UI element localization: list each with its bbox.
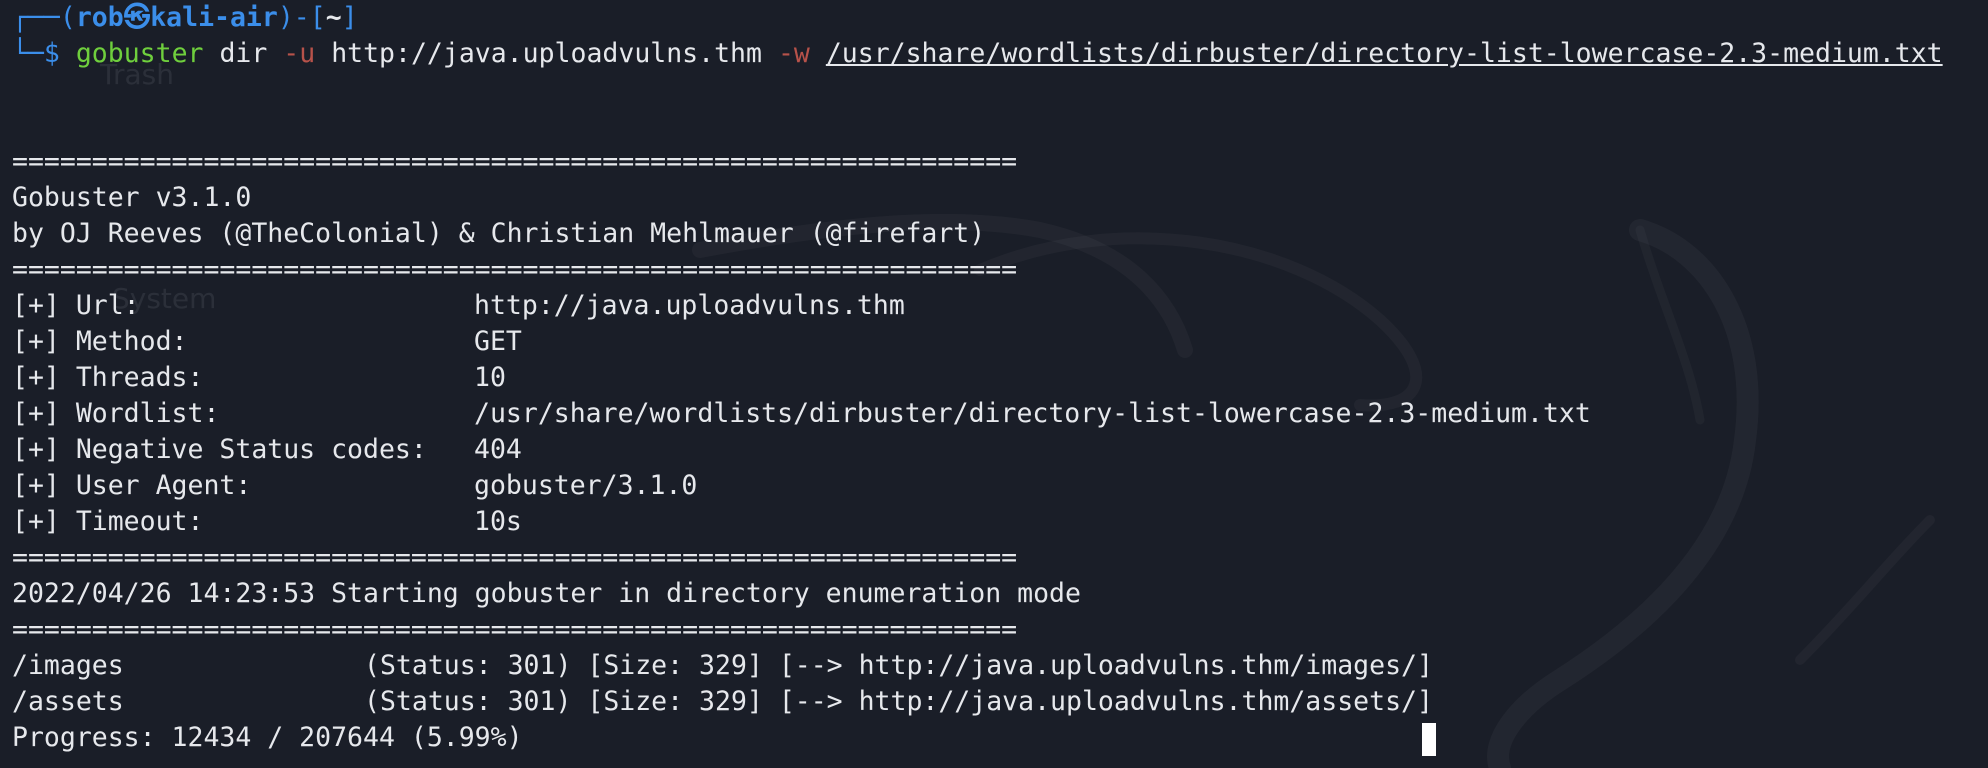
prompt-frame-bottom: └─$ — [12, 38, 60, 69]
result-info: (Status: 301) [Size: 329] [--> http://ja… — [364, 650, 1433, 681]
config-value: http://java.uploadvulns.thm — [474, 290, 905, 321]
config-label: [+] User Agent: — [12, 470, 252, 501]
result-info: (Status: 301) [Size: 329] [--> http://ja… — [364, 686, 1433, 717]
prompt-header-line: ┌──(rob㉿kali-air)-[~] — [12, 0, 1988, 36]
config-row: [+] User Agent: gobuster/3.1.0 — [12, 468, 1988, 504]
separator-line: ========================================… — [12, 254, 1018, 285]
prompt-dir: ~ — [325, 2, 342, 33]
prompt-at-icon: ㉿ — [123, 2, 151, 33]
command-url-flag: -u — [283, 38, 316, 69]
result-path: /images — [12, 650, 124, 681]
config-value: 10 — [474, 362, 506, 393]
result-path: /assets — [12, 686, 124, 717]
command-wordlist-path[interactable]: /usr/share/wordlists/dirbuster/directory… — [826, 38, 1943, 69]
config-row: [+] Threads: 10 — [12, 360, 1988, 396]
separator-line: ========================================… — [12, 146, 1018, 177]
config-label: [+] Method: — [12, 326, 188, 357]
config-row: [+] Timeout: 10s — [12, 504, 1988, 540]
progress-line: Progress: 12434 / 207644 (5.99%) — [12, 722, 523, 753]
config-value: GET — [474, 326, 522, 357]
command-subcommand: dir — [219, 38, 268, 69]
separator-line: ========================================… — [12, 614, 1018, 645]
config-label: [+] Url: — [12, 290, 140, 321]
banner-title: Gobuster v3.1.0 — [12, 182, 252, 213]
result-row: /assets (Status: 301) [Size: 329] [--> ht… — [12, 684, 1988, 720]
config-label: [+] Wordlist: — [12, 398, 220, 429]
config-label: [+] Threads: — [12, 362, 204, 393]
config-row: [+] Wordlist: /usr/share/wordlists/dirbus… — [12, 396, 1988, 432]
command-wordlist-flag: -w — [777, 38, 810, 69]
config-value: 404 — [474, 434, 522, 465]
terminal-window[interactable]: Trash System ┌──(rob㉿kali-air)-[~] └─$ g… — [0, 0, 1988, 768]
config-value: 10s — [474, 506, 522, 537]
banner-authors: by OJ Reeves (@TheColonial) & Christian … — [12, 218, 986, 249]
prompt-frame-top: ┌──( — [12, 2, 76, 33]
config-value: gobuster/3.1.0 — [474, 470, 698, 501]
terminal-cursor — [1422, 723, 1436, 756]
config-row: [+] Url: http://java.uploadvulns.thm — [12, 288, 1988, 324]
config-row: [+] Negative Status codes: 404 — [12, 432, 1988, 468]
config-label: [+] Negative Status codes: — [12, 434, 427, 465]
prompt-frame-close: ] — [341, 2, 358, 33]
command-url: http://java.uploadvulns.thm — [331, 38, 762, 69]
prompt-host: kali-air — [150, 2, 278, 33]
separator-line: ========================================… — [12, 542, 1018, 573]
command-line: └─$ gobuster dir -u http://java.uploadvu… — [12, 36, 1988, 72]
command-program: gobuster — [75, 38, 204, 69]
config-label: [+] Timeout: — [12, 506, 204, 537]
result-row: /images (Status: 301) [Size: 329] [--> ht… — [12, 648, 1988, 684]
prompt-frame-mid: )-[ — [277, 2, 326, 33]
config-value: /usr/share/wordlists/dirbuster/directory… — [474, 398, 1591, 429]
prompt-user: rob — [75, 2, 124, 33]
config-row: [+] Method: GET — [12, 324, 1988, 360]
terminal-output: ┌──(rob㉿kali-air)-[~] └─$ gobuster dir -… — [12, 0, 1988, 756]
start-message: 2022/04/26 14:23:53 Starting gobuster in… — [12, 578, 1081, 609]
